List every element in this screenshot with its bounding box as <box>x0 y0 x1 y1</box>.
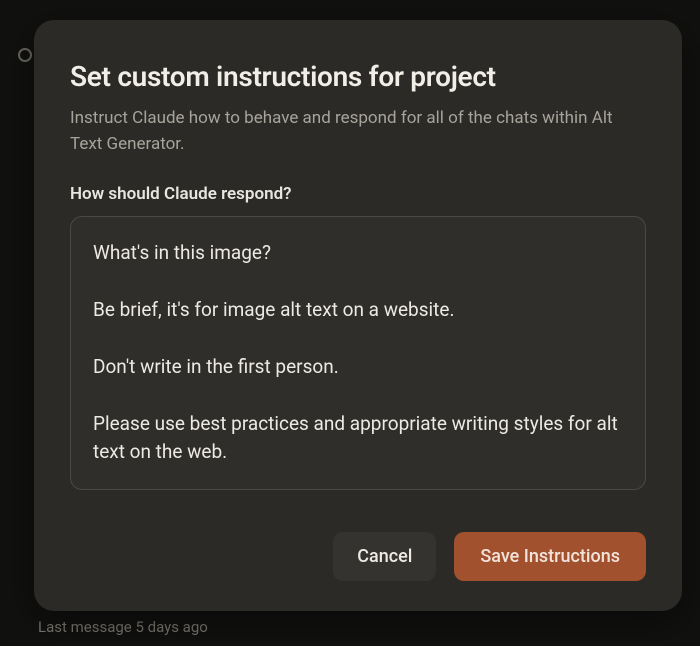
cancel-button[interactable]: Cancel <box>333 532 436 581</box>
instructions-textarea[interactable]: What's in this image? Be brief, it's for… <box>70 216 646 490</box>
custom-instructions-modal: Set custom instructions for project Inst… <box>34 20 682 611</box>
instructions-field-label: How should Claude respond? <box>70 184 646 204</box>
save-instructions-button[interactable]: Save Instructions <box>454 532 646 581</box>
modal-button-row: Cancel Save Instructions <box>70 532 646 581</box>
modal-subtitle: Instruct Claude how to behave and respon… <box>70 105 646 158</box>
modal-title: Set custom instructions for project <box>70 60 646 93</box>
background-last-message-text: Last message 5 days ago <box>38 618 208 636</box>
background-search-icon <box>18 48 32 62</box>
